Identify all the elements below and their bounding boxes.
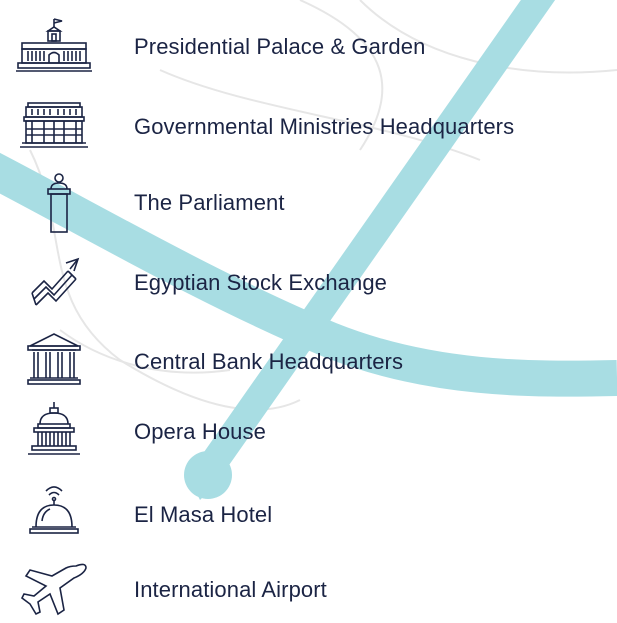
legend-item-label: Presidential Palace & Garden (134, 34, 426, 59)
legend-item-opera-house: Opera House (14, 402, 614, 462)
landmarks-legend: Presidential Palace & Garden Governmenta… (0, 0, 617, 623)
legend-item-international-airport: International Airport (14, 560, 614, 620)
airplane-icon (14, 560, 94, 620)
legend-item-label: Egyptian Stock Exchange (134, 270, 388, 295)
legend-item-label: El Masa Hotel (134, 502, 273, 527)
legend-item-ministries: Governmental Ministries Headquarters (14, 97, 614, 157)
legend-item-parliament: The Parliament (14, 173, 614, 233)
stock-chart-icon (14, 253, 94, 313)
podium-icon (14, 173, 94, 233)
legend-item-central-bank: Central Bank Headquarters (14, 332, 614, 392)
bank-icon (14, 332, 94, 392)
reception-bell-icon (14, 485, 94, 545)
legend-item-stock-exchange: Egyptian Stock Exchange (14, 253, 614, 313)
legend-item-label: The Parliament (134, 190, 285, 215)
ministries-icon (14, 97, 94, 157)
legend-item-presidential-palace: Presidential Palace & Garden (14, 17, 614, 77)
palace-icon (14, 17, 94, 77)
legend-item-label: Governmental Ministries Headquarters (134, 114, 515, 139)
legend-item-el-masa-hotel: El Masa Hotel (14, 485, 614, 545)
legend-item-label: Opera House (134, 419, 266, 444)
legend-item-label: International Airport (134, 577, 327, 602)
dome-icon (14, 402, 94, 462)
legend-item-label: Central Bank Headquarters (134, 349, 404, 374)
